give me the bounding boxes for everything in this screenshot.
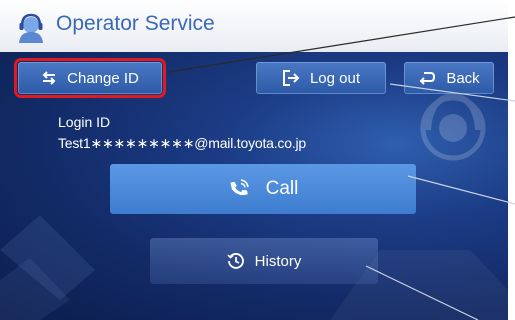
history-label: History [254, 252, 302, 270]
call-button[interactable]: Call [110, 164, 416, 214]
logout-label: Log out [309, 69, 361, 87]
logout-button[interactable]: Log out [256, 62, 386, 94]
back-label: Back [446, 69, 480, 87]
return-arrow-icon [418, 71, 436, 85]
operator-service-screen: Operator Service Change ID Log out Back … [0, 0, 508, 320]
call-label: Call [265, 178, 299, 199]
history-clock-icon [227, 252, 245, 270]
history-button[interactable]: History [150, 238, 378, 284]
login-id-value: Test1∗∗∗∗∗∗∗∗∗@mail.toyota.co.jp [58, 135, 307, 151]
operator-headset-icon [19, 13, 43, 43]
swap-arrows-icon [41, 71, 57, 85]
page-title: Operator Service [56, 12, 215, 35]
phone-call-icon [228, 178, 250, 200]
logout-arrow-icon [282, 70, 300, 86]
title-bar: Operator Service [0, 0, 508, 52]
change-id-label: Change ID [67, 69, 139, 87]
back-button[interactable]: Back [404, 62, 494, 94]
change-id-button[interactable]: Change ID [14, 58, 166, 98]
login-id-label: Login ID [58, 114, 111, 130]
